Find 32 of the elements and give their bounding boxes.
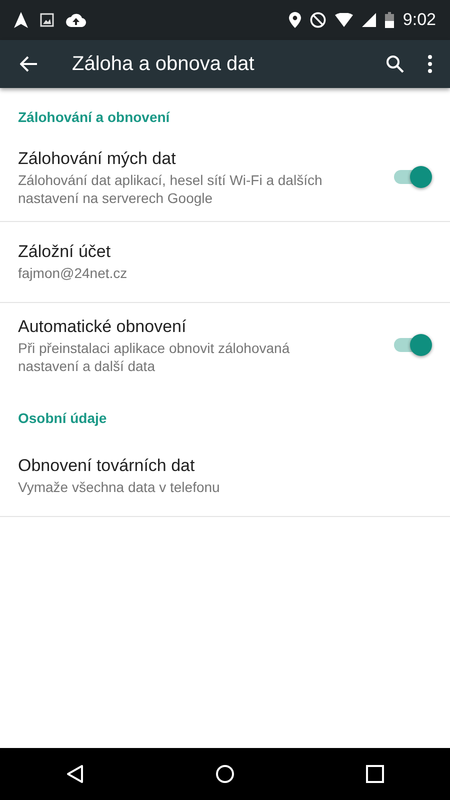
screen-title: Záloha a obnova dat bbox=[72, 52, 256, 76]
item-summary: Zálohování dat aplikací, hesel sítí Wi-Fi a dalších nastavení na serverech Google bbox=[18, 171, 324, 207]
item-title: Zálohování mých dat bbox=[18, 148, 177, 170]
wifi-icon bbox=[334, 13, 353, 27]
navigation-icon bbox=[14, 12, 28, 28]
cloud-upload-icon bbox=[66, 13, 86, 27]
toggle-switch[interactable] bbox=[392, 332, 432, 358]
triangle-back-icon bbox=[66, 764, 84, 784]
settings-item[interactable]: Obnovení továrních dat Vymaže všechna data v telefonu bbox=[0, 436, 450, 517]
location-icon bbox=[288, 12, 301, 28]
image-icon bbox=[40, 13, 54, 27]
item-summary: Při přeinstalaci aplikace obnovit zálohovaná nastavení a další data bbox=[18, 339, 291, 375]
item-title: Obnovení továrních dat bbox=[18, 455, 196, 477]
search-icon bbox=[386, 55, 404, 73]
item-title: Automatické obnovení bbox=[18, 316, 188, 338]
back-arrow-icon bbox=[20, 56, 38, 72]
more-vertical-icon bbox=[428, 55, 432, 73]
square-recents-icon bbox=[366, 765, 384, 783]
settings-item[interactable]: Zálohování mých dat Zálohování dat aplikací, hesel sítí Wi-Fi a dalších nastavení na serverech Google bbox=[0, 135, 450, 222]
circle-home-icon bbox=[214, 764, 235, 784]
item-summary: fajmon@24net.cz bbox=[18, 264, 128, 282]
toggle-switch[interactable] bbox=[392, 164, 432, 190]
item-title: Záložní účet bbox=[18, 241, 112, 263]
clock-time: 9:02 bbox=[402, 10, 436, 30]
signal-icon bbox=[362, 13, 376, 27]
do-not-disturb-icon bbox=[310, 12, 326, 28]
battery-icon bbox=[384, 12, 394, 28]
section-header: Osobní údaje bbox=[17, 409, 108, 428]
item-summary: Vymaže všechna data v telefonu bbox=[18, 478, 221, 496]
settings-item[interactable]: Záložní účet fajmon@24net.cz bbox=[0, 222, 450, 303]
section-header: Zálohování a obnovení bbox=[17, 108, 171, 127]
settings-item[interactable]: Automatické obnovení Při přeinstalaci aplikace obnovit zálohovaná nastavení a další data bbox=[0, 303, 450, 389]
